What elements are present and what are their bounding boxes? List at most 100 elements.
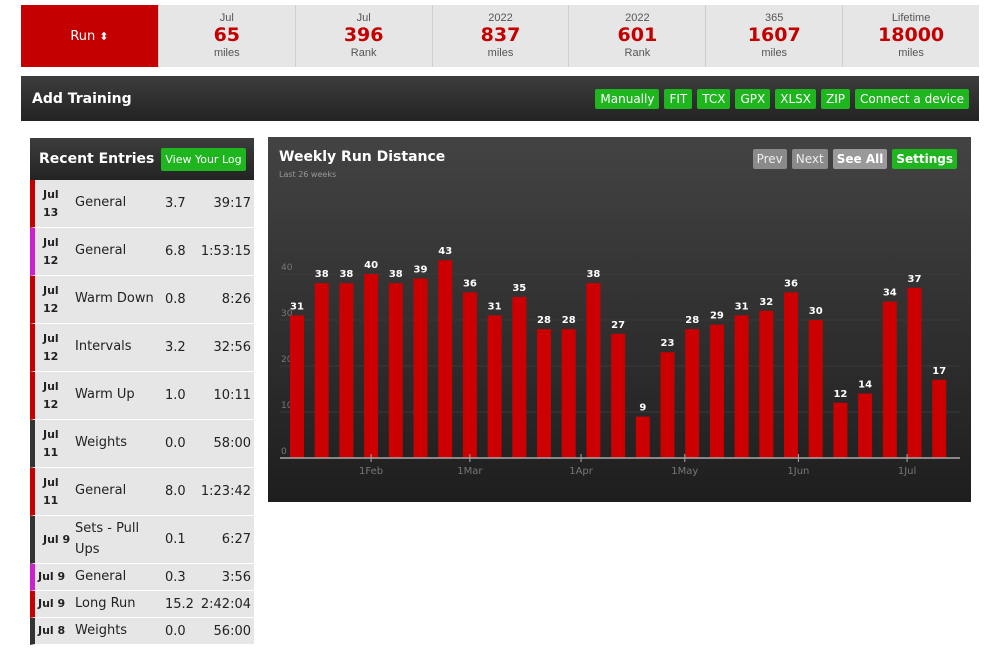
y-tick-label: 40 (281, 263, 293, 273)
import-zip-button[interactable]: ZIP (820, 88, 850, 109)
chart-bar (438, 260, 453, 458)
stat-value: 65 (213, 24, 241, 47)
chart-bar (314, 283, 329, 458)
see-all-button[interactable]: See All (832, 149, 888, 169)
stat-month-rank[interactable]: Jul 396 Rank (294, 5, 432, 67)
x-tick-label: 1Jul (898, 466, 916, 477)
stat-unit: miles (898, 46, 924, 59)
connect-device-button[interactable]: Connect a device (854, 88, 969, 109)
entry-time: 6:27 (221, 532, 251, 547)
bar-value-label: 28 (562, 315, 576, 326)
stat-365-miles[interactable]: 365 1607 miles (705, 5, 843, 67)
recent-entry-row[interactable]: Jul 12 Warm Down 0.8 8:26 (30, 276, 254, 324)
chart-bar (339, 283, 354, 458)
add-manually-button[interactable]: Manually (595, 88, 660, 109)
chart-bar (709, 324, 724, 458)
bar-value-label: 38 (315, 269, 329, 280)
stats-bar: Run ⬍ Jul 65 miles Jul 396 Rank 2022 837… (21, 5, 980, 67)
stat-year-miles[interactable]: 2022 837 miles (431, 5, 569, 67)
recent-entry-row[interactable]: Jul 9 General 0.3 3:56 (30, 564, 254, 591)
x-tick-label: 1May (671, 466, 698, 477)
bar-value-label: 14 (858, 380, 872, 391)
entry-date: Jul 12 (43, 283, 59, 315)
recent-entry-row[interactable]: Jul 11 General 8.0 1:23:42 (30, 468, 254, 516)
chart-title: Weekly Run Distance (279, 149, 446, 165)
import-tcx-button[interactable]: TCX (697, 88, 731, 109)
recent-entries-header: Recent Entries View Your Log (30, 138, 254, 180)
entry-time: 1:53:15 (200, 244, 251, 259)
chart-bar (882, 301, 897, 458)
entry-date: Jul 11 (43, 427, 59, 459)
stat-unit: Rank (350, 46, 377, 59)
chart-bar (388, 283, 403, 458)
chart-bar (808, 320, 823, 458)
entry-distance: 3.7 (165, 196, 186, 211)
recent-entry-row[interactable]: Jul 11 Weights 0.0 58:00 (30, 420, 254, 468)
bar-value-label: 39 (414, 265, 428, 276)
recent-entry-row[interactable]: Jul 9 Sets - Pull Ups 0.1 6:27 (30, 516, 254, 564)
chart-bar (784, 292, 798, 458)
recent-entry-row[interactable]: Jul 12 Warm Up 1.0 10:11 (30, 372, 254, 420)
entry-name: Warm Up (75, 387, 135, 403)
stat-unit: miles (761, 46, 788, 59)
chart-bar (561, 329, 576, 458)
next-button[interactable]: Next (791, 149, 828, 169)
bar-value-label: 9 (639, 403, 646, 414)
x-tick-label: 1Feb (359, 466, 383, 477)
stat-year-rank[interactable]: 2022 601 Rank (568, 5, 706, 67)
recent-entry-row[interactable]: Jul 12 General 6.8 1:53:15 (30, 228, 254, 276)
bar-value-label: 34 (883, 288, 897, 299)
recent-entry-row[interactable]: Jul 12 Intervals 3.2 32:56 (30, 324, 254, 372)
entry-time: 39:17 (213, 196, 251, 211)
bar-value-label: 12 (833, 389, 847, 400)
entry-time: 8:26 (221, 292, 251, 307)
chart-bar (512, 297, 527, 458)
entry-name: Sets - Pull Ups (75, 521, 140, 557)
entry-name: Weights (75, 622, 128, 638)
add-training-bar: Add Training Manually FIT TCX GPX XLSX Z… (21, 76, 979, 121)
entry-name: Warm Down (75, 291, 154, 307)
chart-settings-button[interactable]: Settings (892, 149, 957, 169)
sport-selector[interactable]: Run ⬍ (21, 5, 158, 67)
chart-bar (364, 274, 379, 458)
chart-bar (833, 402, 848, 458)
entry-name: General (75, 195, 127, 211)
entry-distance: 1.0 (165, 388, 186, 403)
chart-bar (734, 315, 749, 458)
sort-arrows-icon: ⬍ (99, 29, 109, 43)
entry-date: Jul 12 (43, 235, 59, 267)
bar-value-label: 38 (586, 269, 600, 280)
chart-bar (932, 379, 947, 458)
bar-value-label: 23 (661, 338, 675, 349)
x-tick-label: 1Apr (569, 466, 594, 477)
entry-name: General (75, 483, 127, 499)
entry-time: 3:56 (221, 569, 251, 585)
import-fit-button[interactable]: FIT (664, 88, 693, 109)
entry-time: 10:11 (213, 388, 251, 403)
stat-value: 837 (480, 24, 521, 47)
view-log-button[interactable]: View Your Log (161, 147, 246, 171)
entry-distance: 3.2 (165, 340, 186, 355)
chart-controls: Prev Next See All Settings (752, 149, 957, 169)
chart-subtitle: Last 26 weeks (279, 170, 337, 179)
recent-entry-row[interactable]: Jul 8 Weights 0.0 56:00 (30, 618, 254, 645)
entry-date: Jul 12 (43, 331, 59, 363)
bar-value-label: 37 (908, 274, 922, 285)
entry-name: Weights (75, 435, 128, 451)
bar-value-label: 31 (488, 301, 502, 312)
prev-button[interactable]: Prev (752, 149, 787, 169)
chart-bar (907, 287, 922, 458)
stat-month-miles[interactable]: Jul 65 miles (157, 5, 295, 67)
bar-value-label: 29 (710, 311, 724, 322)
entry-date: Jul 11 (43, 475, 59, 507)
import-gpx-button[interactable]: GPX (735, 88, 771, 109)
recent-entry-row[interactable]: Jul 13 General 3.7 39:17 (30, 180, 254, 228)
import-xlsx-button[interactable]: XLSX (775, 88, 816, 109)
entry-name: Long Run (75, 595, 136, 611)
chart-bar (462, 292, 477, 458)
bar-value-label: 31 (735, 301, 749, 312)
bar-value-label: 38 (389, 269, 403, 280)
entry-name: General (75, 243, 127, 259)
recent-entry-row[interactable]: Jul 9 Long Run 15.2 2:42:04 (30, 591, 254, 618)
stat-lifetime-miles[interactable]: Lifetime 18000 miles (842, 5, 980, 67)
